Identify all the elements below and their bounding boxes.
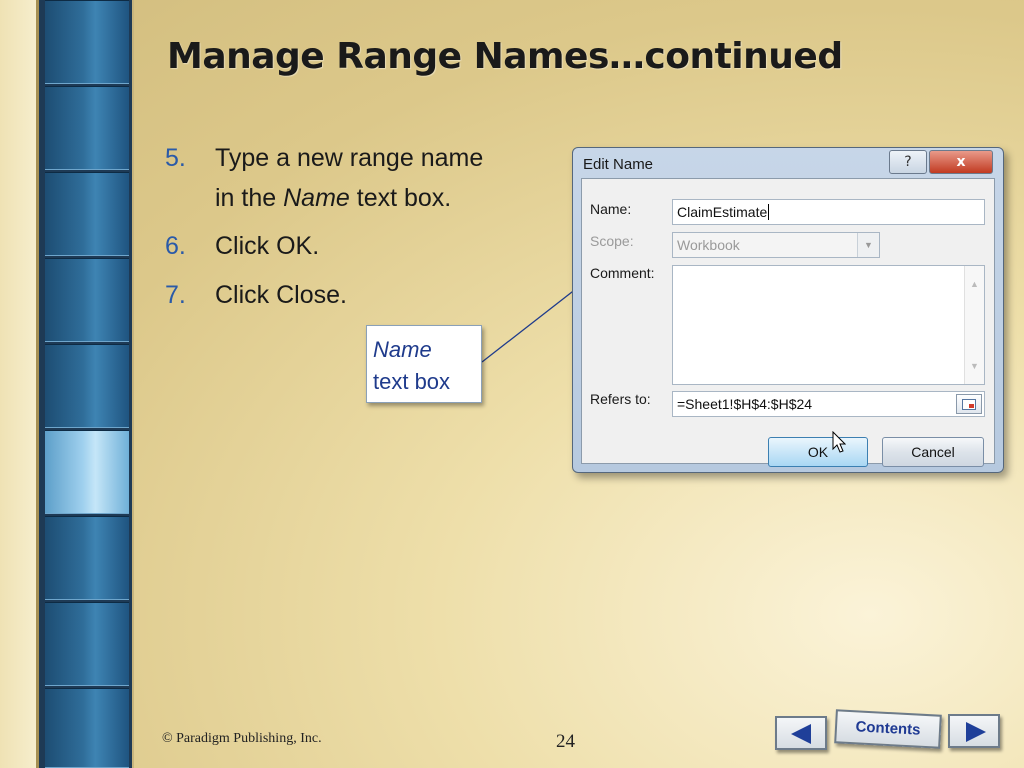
film-cell xyxy=(45,688,129,768)
step-number: 6. xyxy=(165,232,186,260)
refers-to-field[interactable]: =Sheet1!$H$4:$H$24 xyxy=(672,391,985,417)
name-field-value: ClaimEstimate xyxy=(677,204,768,220)
film-cell xyxy=(45,172,129,256)
refers-to-label: Refers to: xyxy=(590,391,651,407)
scope-dropdown[interactable]: Workbook ▼ xyxy=(672,232,880,258)
film-cell xyxy=(45,602,129,686)
step-text: in the xyxy=(215,184,284,212)
help-button[interactable]: ? xyxy=(889,150,927,174)
list-item: 5. Type a new range name in the Name tex… xyxy=(165,138,560,218)
film-cell-highlight xyxy=(45,430,129,514)
contents-button[interactable]: Contents xyxy=(834,709,942,749)
film-cell xyxy=(45,258,129,342)
film-cell xyxy=(45,0,129,84)
step-text: Click OK. xyxy=(215,232,320,260)
chevron-down-icon: ▼ xyxy=(857,233,879,257)
collapse-dialog-icon xyxy=(962,399,976,410)
scope-label: Scope: xyxy=(590,233,634,249)
refers-to-value: =Sheet1!$H$4:$H$24 xyxy=(677,396,813,412)
comment-label: Comment: xyxy=(590,265,655,281)
copyright-text: © Paradigm Publishing, Inc. xyxy=(162,731,322,746)
name-label: Name: xyxy=(590,201,632,217)
scroll-up-icon[interactable]: ▲ xyxy=(965,272,984,296)
dialog-body: Name: ClaimEstimate Scope: Workbook ▼ Co… xyxy=(581,178,995,467)
callout-text: text box xyxy=(373,369,451,394)
dialog-title: Edit Name xyxy=(583,156,654,173)
instruction-list: 5. Type a new range name in the Name tex… xyxy=(165,138,560,324)
cancel-button[interactable]: Cancel xyxy=(882,437,984,467)
step-text: text box. xyxy=(349,184,452,212)
slide-title: Manage Range Names…continued xyxy=(167,36,843,77)
comment-scrollbar[interactable]: ▲ ▼ xyxy=(964,266,984,384)
step-text: Type a new range name xyxy=(215,144,484,172)
comment-textarea[interactable]: ▲ ▼ xyxy=(672,265,985,385)
text-caret xyxy=(768,204,770,220)
ok-button[interactable]: OK xyxy=(768,437,868,467)
name-field[interactable]: ClaimEstimate xyxy=(672,199,985,225)
list-item: 6. Click OK. xyxy=(165,226,560,267)
edit-name-dialog: Edit Name ? x Name: ClaimEstimate Scope:… xyxy=(572,147,1004,473)
collapse-dialog-button[interactable] xyxy=(956,394,982,414)
next-slide-button[interactable] xyxy=(948,714,1000,748)
mouse-pointer-icon xyxy=(832,431,846,453)
callout-box: Name text box xyxy=(366,325,482,403)
triangle-right-icon xyxy=(966,722,986,742)
step-number: 7. xyxy=(165,281,186,309)
scroll-down-icon[interactable]: ▼ xyxy=(965,354,984,378)
scope-dropdown-value: Workbook xyxy=(677,237,740,253)
film-cell xyxy=(45,344,129,428)
film-cell xyxy=(45,516,129,600)
close-button[interactable]: x xyxy=(929,150,993,174)
step-number: 5. xyxy=(165,144,186,172)
triangle-left-icon xyxy=(791,724,811,744)
step-text-italic: Name xyxy=(283,184,350,212)
film-cell xyxy=(45,86,129,170)
callout-text-italic: Name xyxy=(373,337,432,362)
step-text: Click Close. xyxy=(215,281,347,309)
left-film-strip xyxy=(0,0,134,768)
previous-slide-button[interactable] xyxy=(775,716,827,750)
list-item: 7. Click Close. xyxy=(165,275,560,316)
page-number: 24 xyxy=(556,731,575,752)
